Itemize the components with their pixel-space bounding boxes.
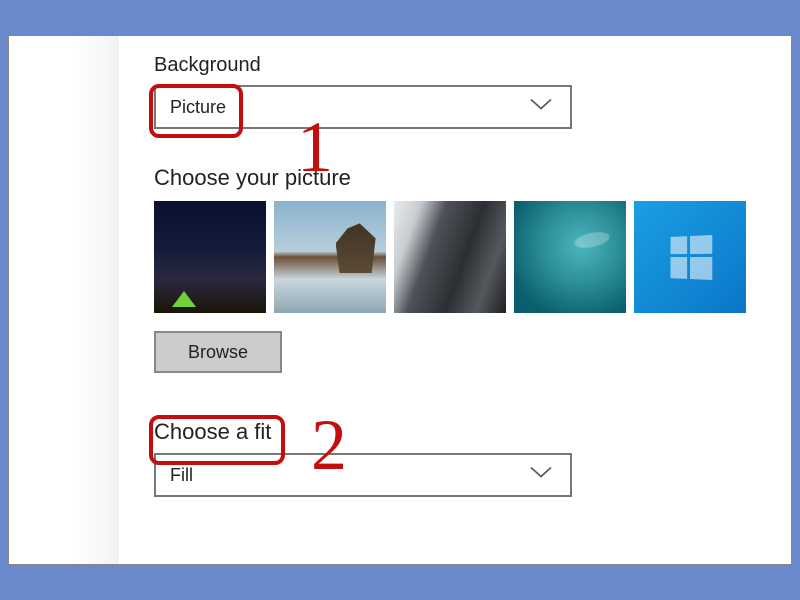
thumbnail-beach-rock[interactable]	[274, 201, 386, 313]
chevron-down-icon	[530, 466, 552, 485]
chevron-down-icon	[530, 98, 552, 117]
personalization-background-section: Background Picture Choose your picture B…	[154, 54, 771, 497]
thumbnail-underwater[interactable]	[514, 201, 626, 313]
thumbnail-windows-default[interactable]	[634, 201, 746, 313]
picture-thumbnails	[154, 201, 771, 313]
browse-button[interactable]: Browse	[154, 331, 282, 373]
thumbnail-night-tent[interactable]	[154, 201, 266, 313]
choose-fit-label: Choose a fit	[154, 419, 771, 445]
choose-picture-label: Choose your picture	[154, 165, 771, 191]
windows-logo-icon	[670, 235, 712, 280]
background-label: Background	[154, 54, 771, 77]
choose-fit-section: Choose a fit Fill	[154, 419, 771, 497]
left-sidebar-edge	[9, 36, 119, 564]
browse-button-label: Browse	[188, 342, 248, 363]
thumbnail-grey-cliff[interactable]	[394, 201, 506, 313]
background-dropdown[interactable]: Picture	[154, 85, 572, 129]
background-dropdown-value: Picture	[170, 97, 226, 118]
fit-dropdown-value: Fill	[170, 465, 193, 486]
fit-dropdown[interactable]: Fill	[154, 453, 572, 497]
settings-panel: Background Picture Choose your picture B…	[8, 35, 792, 565]
